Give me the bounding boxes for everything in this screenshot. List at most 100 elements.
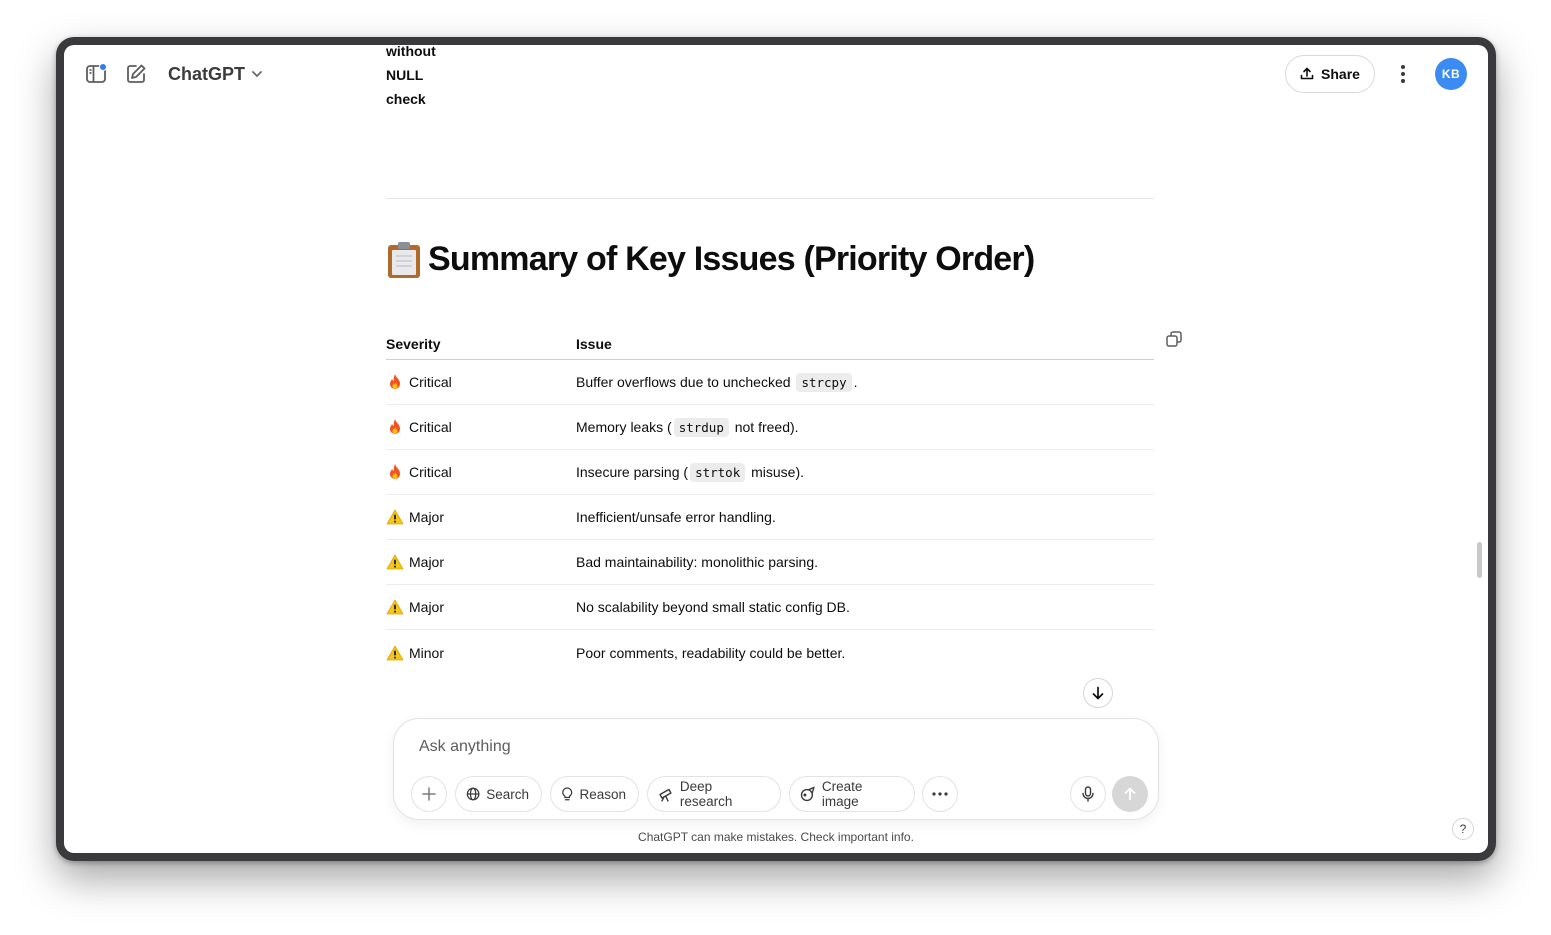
create-image-tool-button[interactable]: Create image	[789, 776, 915, 812]
horizontal-dots-icon	[932, 792, 948, 796]
table-row: Major No scalability beyond small static …	[386, 585, 1154, 630]
scrollbar-thumb[interactable]	[1477, 542, 1482, 578]
severity-label: Minor	[409, 644, 445, 661]
fire-icon	[386, 418, 404, 436]
chatgpt-window: ChatGPT Share KB without NULL check Summ…	[64, 45, 1488, 853]
table-body: Critical Buffer overflows due to unchecke…	[386, 360, 1154, 675]
inline-code: strcpy	[796, 372, 852, 392]
issue-cell: Memory leaks (strdup not freed).	[576, 417, 1154, 437]
message-composer: Search Reason Deep research Create image	[393, 718, 1159, 820]
new-chat-button[interactable]	[122, 60, 150, 88]
table-row: Critical Memory leaks (strdup not freed).	[386, 405, 1154, 450]
telescope-icon	[659, 788, 672, 802]
table-header: Severity Issue	[386, 328, 1154, 360]
prompt-input[interactable]	[419, 735, 1019, 759]
severity-label: Critical	[409, 419, 452, 435]
severity-cell: Major	[386, 598, 576, 616]
reason-tool-button[interactable]: Reason	[550, 776, 639, 812]
fire-icon	[386, 373, 404, 391]
reason-tool-label: Reason	[579, 786, 626, 802]
create-image-tool-label: Create image	[821, 779, 863, 809]
attach-button[interactable]	[411, 776, 447, 812]
table-row: Major Bad maintainability: monolithic par…	[386, 540, 1154, 585]
issue-text: Buffer overflows due to unchecked	[576, 374, 795, 390]
table-row: Critical Insecure parsing (strtok misuse)…	[386, 450, 1154, 495]
severity-cell: Minor	[386, 644, 576, 662]
issue-text: Memory leaks (	[576, 419, 672, 435]
model-picker[interactable]: ChatGPT	[162, 60, 269, 88]
issue-text: No scalability beyond small static confi…	[576, 599, 850, 615]
issues-table: Severity Issue Critical Buffer overflows …	[386, 328, 1154, 675]
share-button[interactable]: Share	[1285, 55, 1375, 93]
copy-table-button[interactable]	[1165, 330, 1185, 350]
arrow-down-icon	[1092, 686, 1104, 700]
issue-text: Poor comments, readability could be bett…	[576, 644, 846, 661]
warning-icon	[386, 598, 404, 616]
previous-text-line: check	[386, 91, 426, 107]
issue-cell: Insecure parsing (strtok misuse).	[576, 462, 1154, 482]
top-bar: ChatGPT Share KB	[64, 45, 1488, 105]
severity-cell: Critical	[386, 463, 576, 481]
table-row: Major Inefficient/unsafe error handling.	[386, 495, 1154, 540]
paint-icon	[800, 786, 815, 802]
table-row: Critical Buffer overflows due to unchecke…	[386, 360, 1154, 405]
model-name: ChatGPT	[168, 63, 246, 84]
warning-icon	[386, 644, 404, 662]
severity-cell: Critical	[386, 373, 576, 391]
user-avatar[interactable]: KB	[1435, 58, 1467, 90]
globe-icon	[466, 787, 480, 801]
table-row: Minor Poor comments, readability could be…	[386, 630, 1154, 675]
upload-icon	[1300, 67, 1314, 80]
sidebar-toggle-button[interactable]	[82, 60, 110, 88]
column-header-issue: Issue	[576, 335, 612, 352]
microphone-icon	[1082, 786, 1094, 802]
issue-cell: Buffer overflows due to unchecked strcpy…	[576, 372, 1154, 392]
issue-cell: Poor comments, readability could be bett…	[576, 645, 1154, 661]
issue-text: Inefficient/unsafe error handling.	[576, 509, 776, 525]
issue-cell: Bad maintainability: monolithic parsing.	[576, 554, 1154, 570]
severity-label: Major	[409, 509, 445, 525]
lightbulb-icon	[562, 787, 573, 801]
severity-label: Major	[409, 599, 445, 615]
severity-label: Critical	[409, 374, 452, 390]
section-divider	[386, 198, 1154, 199]
warning-icon	[386, 553, 404, 571]
disclaimer-text: ChatGPT can make mistakes. Check importa…	[638, 830, 914, 844]
severity-cell: Critical	[386, 418, 576, 436]
scroll-to-bottom-button[interactable]	[1083, 678, 1113, 708]
issue-text-suffix: misuse).	[747, 464, 805, 480]
previous-text-line: without	[386, 45, 436, 59]
chevron-down-icon	[252, 71, 262, 78]
fire-icon	[386, 463, 404, 481]
previous-text: without NULL check	[386, 45, 436, 111]
severity-label: Critical	[409, 464, 452, 480]
send-button[interactable]	[1112, 776, 1148, 812]
more-tools-button[interactable]	[922, 776, 958, 812]
deep-research-tool-button[interactable]: Deep research	[647, 776, 781, 812]
issue-cell: Inefficient/unsafe error handling.	[576, 509, 1154, 525]
clipboard-icon	[388, 241, 420, 278]
issue-text-suffix: .	[853, 374, 858, 390]
severity-label: Major	[409, 554, 445, 570]
deep-research-tool-label: Deep research	[679, 779, 733, 809]
plus-icon	[422, 787, 436, 801]
severity-cell: Major	[386, 553, 576, 571]
pencil-square-icon	[127, 64, 146, 83]
issue-text: Insecure parsing (	[576, 464, 689, 480]
search-tool-label: Search	[486, 786, 529, 802]
previous-text-line: NULL	[386, 67, 424, 83]
section-heading: Summary of Key Issues (Priority Order)	[386, 240, 1035, 279]
vertical-dots-icon	[1401, 65, 1405, 83]
help-button[interactable]: ?	[1452, 818, 1474, 840]
column-header-severity: Severity	[386, 335, 441, 352]
severity-cell: Major	[386, 508, 576, 526]
share-label: Share	[1321, 66, 1360, 82]
section-title: Summary of Key Issues (Priority Order)	[428, 240, 1035, 278]
voice-input-button[interactable]	[1070, 776, 1106, 812]
warning-icon	[386, 508, 404, 526]
more-options-button[interactable]	[1389, 60, 1417, 88]
search-tool-button[interactable]: Search	[455, 776, 542, 812]
arrow-up-icon	[1124, 787, 1136, 801]
inline-code: strdup	[673, 417, 729, 437]
issue-cell: No scalability beyond small static confi…	[576, 599, 1154, 615]
